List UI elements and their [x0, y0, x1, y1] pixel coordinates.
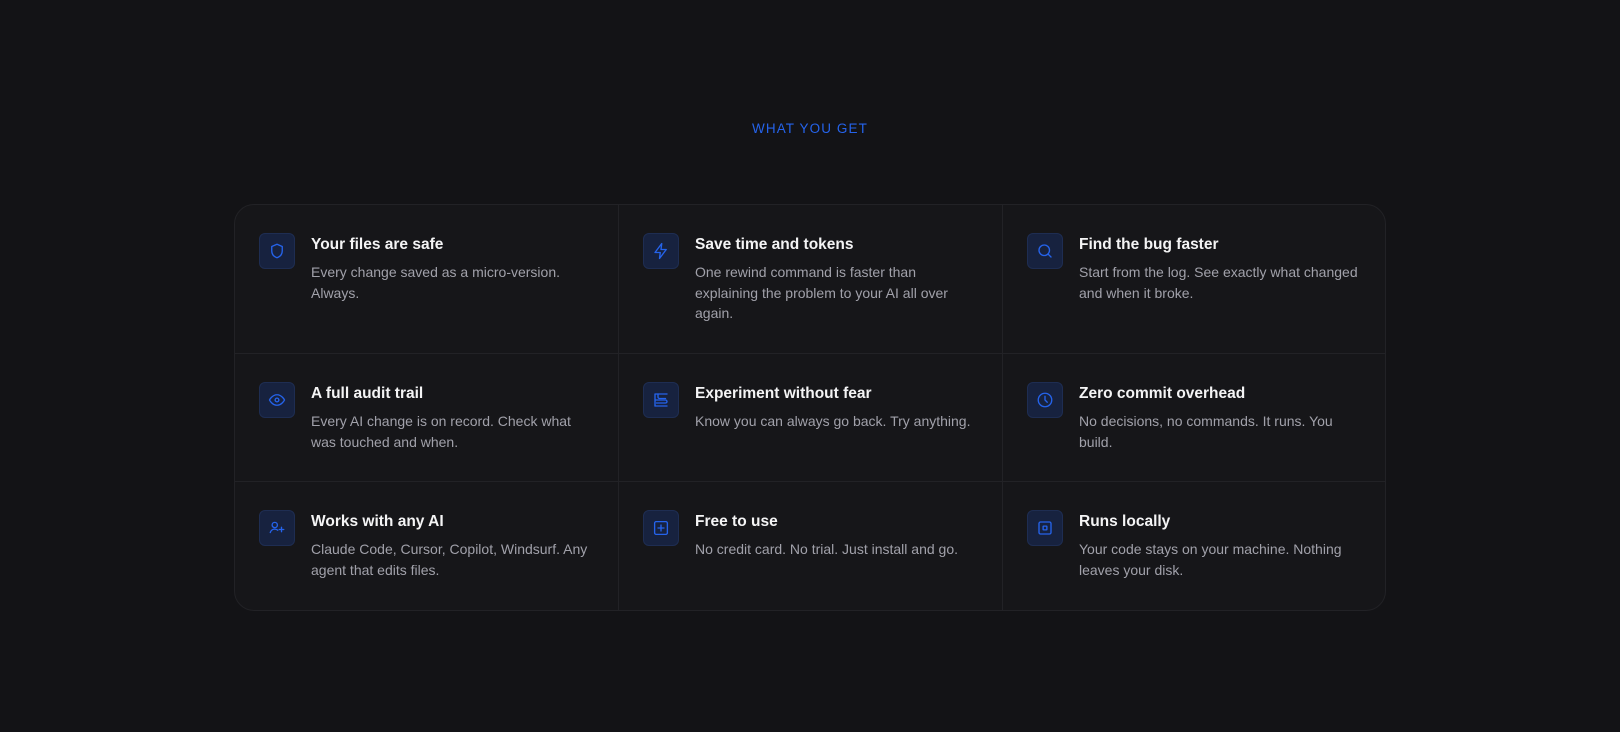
feature-card-files-safe: Your files are safe Every change saved a…	[235, 205, 619, 354]
feature-description: One rewind command is faster than explai…	[695, 264, 948, 321]
feature-title: Zero commit overhead	[1079, 385, 1246, 402]
eye-icon	[259, 382, 295, 418]
shield-icon	[259, 233, 295, 269]
feature-description: Every change saved as a micro-version. A…	[311, 264, 560, 301]
feature-title: Works with any AI	[311, 513, 444, 530]
feature-card-save-time: Save time and tokens One rewind command …	[619, 205, 1003, 354]
feature-title: Save time and tokens	[695, 236, 854, 253]
zap-icon	[643, 233, 679, 269]
section-eyebrow: WHAT YOU GET	[752, 121, 868, 136]
feature-title: Your files are safe	[311, 236, 444, 253]
feature-card-audit-trail: A full audit trail Every AI change is on…	[235, 354, 619, 482]
feature-card-free: Free to use No credit card. No trial. Ju…	[619, 482, 1003, 610]
feature-card-any-ai: Works with any AI Claude Code, Cursor, C…	[235, 482, 619, 610]
feature-description: Your code stays on your machine. Nothing…	[1079, 541, 1342, 578]
feature-description: Every AI change is on record. Check what…	[311, 413, 571, 450]
feature-description: No decisions, no commands. It runs. You …	[1079, 413, 1333, 450]
feature-card-find-bug: Find the bug faster Start from the log. …	[1003, 205, 1385, 354]
square-dot-icon	[1027, 510, 1063, 546]
feature-title: Free to use	[695, 513, 778, 530]
feature-card-experiment: Experiment without fear Know you can alw…	[619, 354, 1003, 482]
feature-title: Find the bug faster	[1079, 236, 1219, 253]
search-icon	[1027, 233, 1063, 269]
clock-icon	[1027, 382, 1063, 418]
feature-description: Start from the log. See exactly what cha…	[1079, 264, 1358, 301]
feature-card-runs-locally: Runs locally Your code stays on your mac…	[1003, 482, 1385, 610]
feature-title: Experiment without fear	[695, 385, 872, 402]
feature-title: A full audit trail	[311, 385, 424, 402]
feature-card-zero-commit: Zero commit overhead No decisions, no co…	[1003, 354, 1385, 482]
feature-description: No credit card. No trial. Just install a…	[695, 541, 959, 557]
feature-title: Runs locally	[1079, 513, 1171, 530]
feature-description: Know you can always go back. Try anythin…	[695, 413, 971, 429]
features-grid: Your files are safe Every change saved a…	[234, 204, 1386, 611]
layout-icon	[643, 382, 679, 418]
user-plus-icon	[259, 510, 295, 546]
plus-square-icon	[643, 510, 679, 546]
feature-description: Claude Code, Cursor, Copilot, Windsurf. …	[311, 541, 588, 578]
